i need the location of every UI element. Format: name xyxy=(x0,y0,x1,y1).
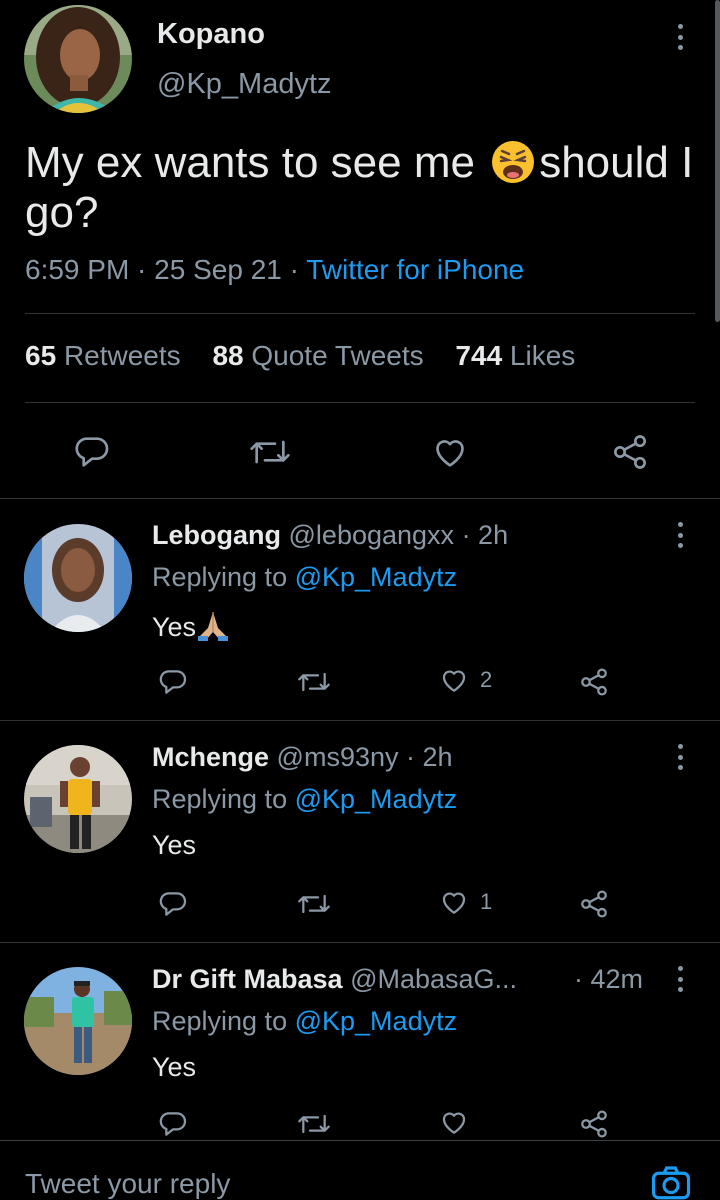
divider xyxy=(0,942,720,943)
reply-time: · 2h xyxy=(406,742,453,772)
tweet-stats: 65 Retweets 88 Quote Tweets 744 Likes xyxy=(25,340,599,372)
share-icon[interactable] xyxy=(610,432,650,472)
main-author-handle[interactable]: @Kp_Madytz xyxy=(157,68,332,101)
compose-divider xyxy=(0,1140,720,1141)
reply-header: Mchenge @ms93ny · 2h xyxy=(152,742,453,773)
replying-to-handle[interactable]: @Kp_Madytz xyxy=(295,562,457,592)
retweet-icon[interactable] xyxy=(248,432,292,472)
tweet-text: My ex wants to see me should I go? xyxy=(25,138,705,238)
reply-avatar[interactable] xyxy=(24,524,132,632)
reply-author-handle[interactable]: @ms93ny xyxy=(277,742,399,772)
retweet-icon[interactable] xyxy=(296,666,332,698)
reply-text-content: Yes xyxy=(152,1052,197,1082)
tweet-meta: 6:59 PM · 25 Sep 21 · Twitter for iPhone xyxy=(25,254,525,285)
share-icon[interactable] xyxy=(578,888,610,920)
reply-avatar[interactable] xyxy=(24,745,132,853)
reply-text-content: Yes xyxy=(152,612,197,642)
like-icon[interactable]: 2 xyxy=(438,664,492,696)
replying-to: Replying to @Kp_Madytz xyxy=(152,1006,457,1037)
reply-author-handle[interactable]: @MabasaG... xyxy=(350,964,517,994)
reply-icon[interactable] xyxy=(157,666,189,698)
reply-header: Lebogang @lebogangxx · 2h xyxy=(152,520,508,551)
replying-to: Replying to @Kp_Madytz xyxy=(152,784,457,815)
like-icon[interactable]: 1 xyxy=(438,886,492,918)
tweet-source-link[interactable]: Twitter for iPhone xyxy=(306,254,524,285)
reply-more-icon[interactable] xyxy=(676,966,684,992)
reply-avatar[interactable] xyxy=(24,967,132,1075)
divider xyxy=(25,402,695,403)
likes-count[interactable]: 744 xyxy=(455,340,502,371)
replying-to-prefix: Replying to xyxy=(152,562,288,592)
reply-time: · 2h xyxy=(461,520,509,550)
quote-tweets-label[interactable]: Quote Tweets xyxy=(251,340,423,371)
divider xyxy=(0,498,720,499)
weary-face-emoji xyxy=(490,139,536,185)
reply-text-content: Yes xyxy=(152,830,197,860)
reply-author-handle[interactable]: @lebogangxx xyxy=(289,520,455,550)
reply-icon[interactable] xyxy=(72,432,112,472)
reply-compose-input[interactable]: Tweet your reply xyxy=(25,1168,230,1200)
retweets-label[interactable]: Retweets xyxy=(64,340,181,371)
like-count: 1 xyxy=(480,889,493,914)
main-author-avatar[interactable] xyxy=(24,5,132,113)
reply-header: Dr Gift Mabasa @MabasaG... xyxy=(152,964,517,995)
reply-text: Yes xyxy=(152,830,196,861)
replying-to-prefix: Replying to xyxy=(152,1006,288,1036)
reply-icon[interactable] xyxy=(157,888,189,920)
reply-author-name[interactable]: Mchenge xyxy=(152,742,269,772)
scrollbar[interactable] xyxy=(715,0,720,322)
retweet-icon[interactable] xyxy=(296,888,332,920)
reply-icon[interactable] xyxy=(157,1108,189,1140)
share-icon[interactable] xyxy=(578,1108,610,1140)
reply-author-name[interactable]: Dr Gift Mabasa xyxy=(152,964,343,994)
reply-more-icon[interactable] xyxy=(676,522,684,548)
reply-time: · 42m xyxy=(574,964,644,994)
main-more-icon[interactable] xyxy=(676,24,684,50)
divider xyxy=(0,720,720,721)
like-count: 2 xyxy=(480,667,493,692)
main-author-name[interactable]: Kopano xyxy=(157,18,265,51)
folded-hands-emoji xyxy=(196,608,230,642)
tweet-time: 6:59 PM xyxy=(25,254,130,285)
quote-tweets-count[interactable]: 88 xyxy=(212,340,243,371)
reply-text: Yes xyxy=(152,1052,196,1083)
reply-author-name[interactable]: Lebogang xyxy=(152,520,281,550)
tweet-text-part1: My ex wants to see me xyxy=(25,138,475,187)
retweet-icon[interactable] xyxy=(296,1108,332,1140)
like-icon[interactable] xyxy=(438,1106,480,1138)
share-icon[interactable] xyxy=(578,666,610,698)
replying-to-prefix: Replying to xyxy=(152,784,288,814)
like-icon[interactable] xyxy=(430,432,470,472)
reply-more-icon[interactable] xyxy=(676,744,684,770)
replying-to: Replying to @Kp_Madytz xyxy=(152,562,457,593)
tweet-date: 25 Sep 21 xyxy=(154,254,282,285)
reply-text: Yes xyxy=(152,608,230,643)
divider xyxy=(25,313,695,314)
replying-to-handle[interactable]: @Kp_Madytz xyxy=(295,1006,457,1036)
likes-label[interactable]: Likes xyxy=(510,340,575,371)
retweets-count[interactable]: 65 xyxy=(25,340,56,371)
replying-to-handle[interactable]: @Kp_Madytz xyxy=(295,784,457,814)
camera-icon[interactable] xyxy=(650,1164,692,1200)
